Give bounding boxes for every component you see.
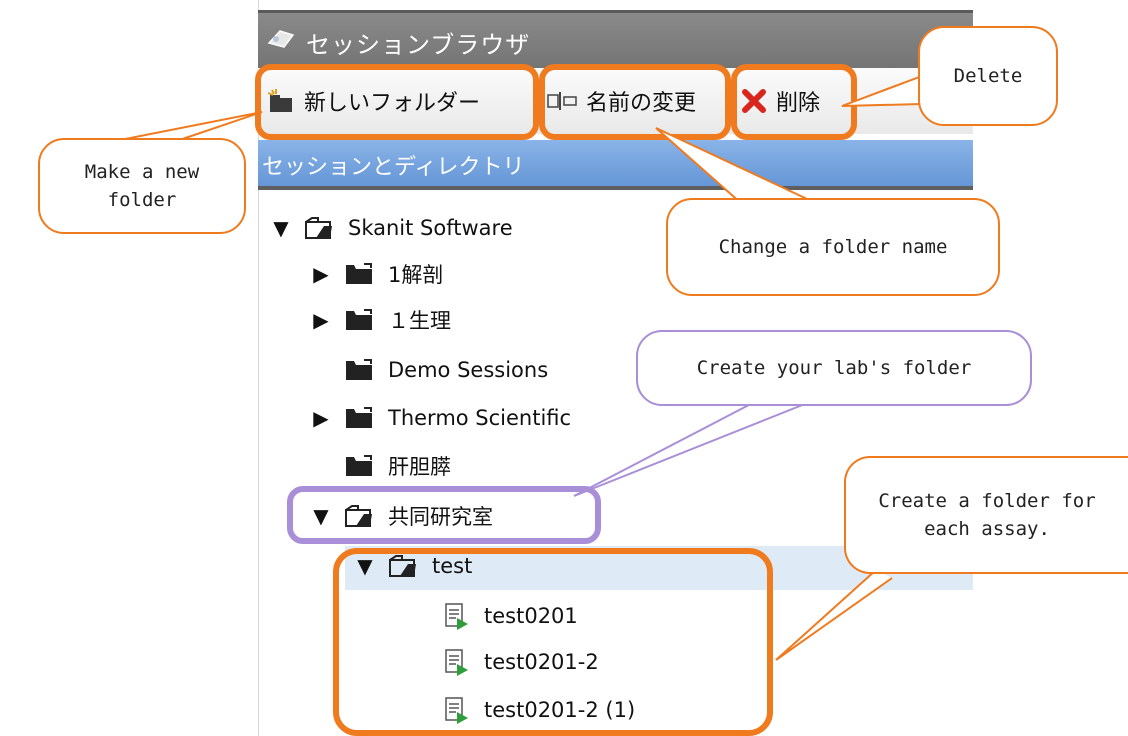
callout-rename: Change a folder name [666, 198, 1000, 296]
callout-assay-folder: Create a folder for each assay. [844, 456, 1128, 574]
callout-lab-folder: Create your lab's folder [636, 330, 1032, 406]
callout-assay-folder-text: Create a folder for each assay. [878, 489, 1096, 541]
callout-new-folder-text: Make a new folder [84, 160, 200, 212]
callout-rename-text: Change a folder name [718, 235, 948, 258]
callout-lab-folder-text: Create your lab's folder [696, 356, 972, 379]
callout-delete-text: Delete [953, 64, 1023, 87]
callout-delete: Delete [918, 26, 1058, 126]
callout-new-folder: Make a new folder [38, 138, 246, 234]
